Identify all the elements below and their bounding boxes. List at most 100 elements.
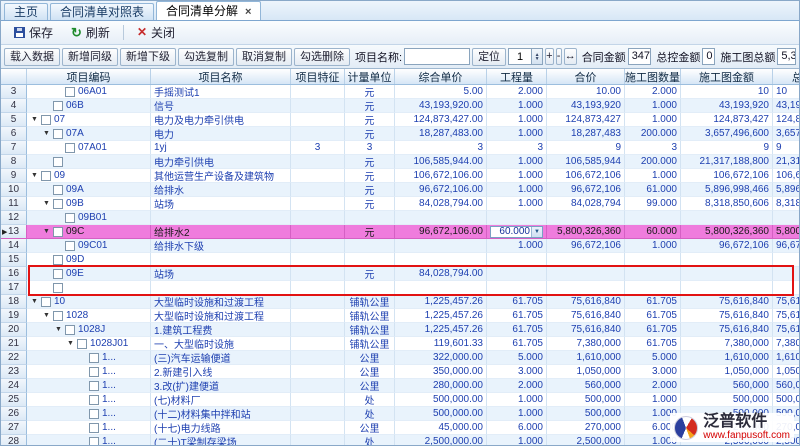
row-checkbox[interactable] bbox=[53, 101, 63, 111]
expander-icon[interactable]: ▼ bbox=[55, 323, 64, 337]
project-name-input[interactable] bbox=[404, 48, 470, 65]
row-checkbox[interactable] bbox=[89, 367, 99, 377]
col-header-feature[interactable]: 项目特征 bbox=[291, 69, 345, 84]
expand-plus-button[interactable]: + bbox=[545, 48, 553, 65]
row-checkbox[interactable] bbox=[53, 227, 63, 237]
code-text: 1... bbox=[102, 366, 116, 377]
row-checkbox[interactable] bbox=[53, 255, 63, 265]
combo-dropdown-icon[interactable]: ▼ bbox=[531, 227, 542, 237]
row-checkbox[interactable] bbox=[53, 129, 63, 139]
tab-contract-compare[interactable]: 合同清单对照表 bbox=[50, 3, 154, 20]
row-checkbox[interactable] bbox=[41, 115, 51, 125]
table-row[interactable]: 11▼09B站场元84,028,794.001.00084,028,79499.… bbox=[1, 197, 799, 211]
level-spinner[interactable]: ▲▼ bbox=[508, 48, 543, 65]
row-checkbox[interactable] bbox=[89, 395, 99, 405]
table-row[interactable]: 17▼ bbox=[1, 281, 799, 295]
save-button[interactable]: 保存 bbox=[6, 21, 61, 44]
row-checkbox[interactable] bbox=[53, 199, 63, 209]
cancel-copy-button[interactable]: 取消复制 bbox=[236, 48, 292, 66]
expander-icon[interactable]: ▼ bbox=[31, 295, 40, 309]
table-row[interactable]: 20▼1028J1.建筑工程费铺轨公里1,225,457.2661.70575,… bbox=[1, 323, 799, 337]
table-row[interactable]: 25▼1...(七)材料厂处500,000.001.000500,0001.00… bbox=[1, 393, 799, 407]
cell-total: 1,050,000 bbox=[547, 365, 625, 379]
cell-draw-qty: 99.000 bbox=[625, 197, 681, 211]
load-data-button[interactable]: 载入数据 bbox=[4, 48, 60, 66]
spinner-arrows-icon[interactable]: ▲▼ bbox=[532, 48, 543, 65]
expander-icon[interactable]: ▼ bbox=[43, 309, 52, 323]
collapse-minus-button[interactable]: - bbox=[556, 48, 562, 65]
row-checkbox[interactable] bbox=[89, 353, 99, 363]
row-checkbox[interactable] bbox=[53, 157, 63, 167]
qty-combobox[interactable]: 60.000▼ bbox=[490, 226, 543, 238]
row-checkbox[interactable] bbox=[65, 213, 75, 223]
expander-icon[interactable]: ▼ bbox=[43, 225, 52, 239]
close-button[interactable]: ✕ 关闭 bbox=[129, 21, 183, 44]
table-row[interactable]: 7▼07A011yj33339399 bbox=[1, 141, 799, 155]
row-checkbox[interactable] bbox=[89, 409, 99, 419]
level-input[interactable] bbox=[508, 48, 532, 65]
table-row[interactable]: 22▼1...(三)汽车运输便道公里322,000.005.0001,610,0… bbox=[1, 351, 799, 365]
table-row[interactable]: 21▼1028J01一、大型临时设施铺轨公里119,601.3361.7057,… bbox=[1, 337, 799, 351]
col-header-quantity[interactable]: 工程量 bbox=[487, 69, 547, 84]
col-header-name[interactable]: 项目名称 bbox=[151, 69, 291, 84]
table-row[interactable]: 5▼07电力及电力牵引供电元124,873,427.001.000124,873… bbox=[1, 113, 799, 127]
expander-icon[interactable]: ▼ bbox=[43, 127, 52, 141]
row-checkbox[interactable] bbox=[53, 311, 63, 321]
col-header-draw-amount[interactable]: 施工图金额 bbox=[681, 69, 773, 84]
row-checkbox[interactable] bbox=[89, 437, 99, 446]
swap-arrows-button[interactable]: ↔ bbox=[564, 48, 577, 65]
expander-icon[interactable]: ▼ bbox=[67, 337, 76, 351]
table-row[interactable]: 16▼09E站场元84,028,794.00 bbox=[1, 267, 799, 281]
table-row[interactable]: 4▼06B信号元43,193,920.001.00043,193,9201.00… bbox=[1, 99, 799, 113]
row-checkbox[interactable] bbox=[77, 339, 87, 349]
table-row[interactable]: 23▼1...2.新建引入线公里350,000.003.0001,050,000… bbox=[1, 365, 799, 379]
cell-name: (二十)T梁制存梁场 bbox=[151, 435, 291, 445]
locate-button[interactable]: 定位 bbox=[472, 48, 506, 66]
delete-checked-button[interactable]: 勾选删除 bbox=[294, 48, 350, 66]
expander-icon[interactable]: ▼ bbox=[31, 113, 40, 127]
copy-checked-button[interactable]: 勾选复制 bbox=[178, 48, 234, 66]
table-row[interactable]: 15▼09D bbox=[1, 253, 799, 267]
table-row[interactable]: 19▼1028大型临时设施和过渡工程铺轨公里1,225,457.2661.705… bbox=[1, 309, 799, 323]
row-checkbox[interactable] bbox=[65, 325, 75, 335]
cell-control-amount: 3,657,496,600 bbox=[773, 127, 799, 141]
col-header-unit[interactable]: 计量单位 bbox=[345, 69, 395, 84]
cell-row-number: ▶13 bbox=[1, 225, 27, 239]
table-row[interactable]: 3▼06A01手摇测试1元5.002.00010.002.0001010 bbox=[1, 85, 799, 99]
row-checkbox[interactable] bbox=[65, 87, 75, 97]
col-header-unit-price[interactable]: 综合单价 bbox=[395, 69, 487, 84]
row-checkbox[interactable] bbox=[41, 297, 51, 307]
row-checkbox[interactable] bbox=[65, 143, 75, 153]
close-tab-icon[interactable]: × bbox=[245, 6, 251, 18]
cell-row-number: 7 bbox=[1, 141, 27, 155]
row-checkbox[interactable] bbox=[89, 423, 99, 433]
refresh-button[interactable]: ↻ 刷新 bbox=[63, 21, 118, 44]
row-checkbox[interactable] bbox=[65, 241, 75, 251]
row-checkbox[interactable] bbox=[53, 269, 63, 279]
table-row[interactable]: 24▼1...3.改(扩)建便道公里280,000.002.000560,000… bbox=[1, 379, 799, 393]
table-row[interactable]: ▶13▼09C给排水2元96,672,106.0060.000▼5,800,32… bbox=[1, 225, 799, 239]
table-row[interactable]: 9▼09其他运营生产设备及建筑物元106,672,106.001.000106,… bbox=[1, 169, 799, 183]
tab-contract-breakdown[interactable]: 合同清单分解× bbox=[156, 1, 261, 20]
add-sibling-button[interactable]: 新增同级 bbox=[62, 48, 118, 66]
col-header-draw-qty[interactable]: 施工图数量 bbox=[625, 69, 681, 84]
table-row[interactable]: 8▼电力牵引供电元106,585,944.001.000106,585,9442… bbox=[1, 155, 799, 169]
row-checkbox[interactable] bbox=[89, 381, 99, 391]
table-row[interactable]: 12▼09B01 bbox=[1, 211, 799, 225]
col-header-total[interactable]: 合价 bbox=[547, 69, 625, 84]
expander-icon[interactable]: ▼ bbox=[31, 169, 40, 183]
col-header-code[interactable]: 项目编码 bbox=[27, 69, 151, 84]
table-row[interactable]: 10▼09A给排水元96,672,106.001.00096,672,10661… bbox=[1, 183, 799, 197]
row-checkbox[interactable] bbox=[53, 283, 63, 293]
cell-quantity: 61.705 bbox=[487, 337, 547, 351]
row-checkbox[interactable] bbox=[41, 171, 51, 181]
row-checkbox[interactable] bbox=[53, 185, 63, 195]
watermark: 泛普软件 www.fanpusoft.com bbox=[670, 413, 794, 442]
expander-icon[interactable]: ▼ bbox=[43, 197, 52, 211]
table-row[interactable]: 18▼10大型临时设施和过渡工程铺轨公里1,225,457.2661.70575… bbox=[1, 295, 799, 309]
table-row[interactable]: 6▼07A电力元18,287,483.001.00018,287,483200.… bbox=[1, 127, 799, 141]
table-row[interactable]: 14▼09C01给排水下级1.00096,672,1061.00096,672,… bbox=[1, 239, 799, 253]
add-child-button[interactable]: 新增下级 bbox=[120, 48, 176, 66]
tab-home[interactable]: 主页 bbox=[4, 3, 48, 20]
col-header-control-amount[interactable]: 总控... bbox=[773, 69, 799, 84]
